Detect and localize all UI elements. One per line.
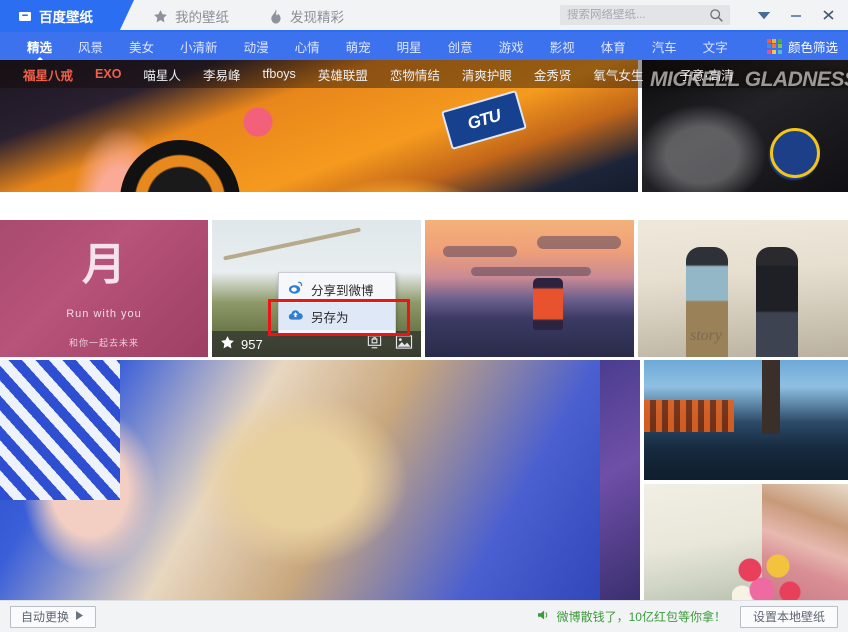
search-box[interactable] [560,5,730,25]
tag-exo[interactable]: EXO [84,67,132,81]
cloud-shape [537,236,621,249]
search-input[interactable] [560,9,700,21]
nav-item-beauty[interactable]: 美女 [116,37,167,56]
nav-item-creative[interactable]: 创意 [435,37,486,56]
lantern [533,278,563,330]
nav-item-scenery[interactable]: 风景 [65,37,116,56]
flower-bouquet [732,552,804,600]
tag-jinxiuxian[interactable]: 金秀贤 [523,65,583,84]
nav-item-mood[interactable]: 心情 [282,37,333,56]
nav-item-featured[interactable]: 精选 [14,37,65,56]
tag-lianwuqingjie[interactable]: 恋物情结 [379,65,451,84]
clock-tower [762,360,780,435]
context-menu-item-share-weibo[interactable]: 分享到微博 [279,276,395,303]
weibo-icon [288,281,303,298]
color-filter-label: 颜色筛选 [787,40,838,55]
wallpaper-tile-sunset-lantern[interactable] [425,220,634,357]
titlebar-spacer [366,0,560,30]
nav-item-stars[interactable]: 明星 [384,37,435,56]
context-menu-item-save-as[interactable]: 另存为 [279,303,395,330]
promo-message[interactable]: 微博散钱了，10亿红包等你拿！ [537,608,726,625]
context-menu-label: 另存为 [311,311,349,325]
tab-label: 发现精彩 [290,10,344,25]
footer-bar: 自动更换 微博散钱了，10亿红包等你拿！ 设置本地壁纸 [0,600,848,632]
team-logo [770,128,820,178]
star-icon [153,9,168,24]
speaker-icon [537,609,551,624]
tag-tfboys[interactable]: tfboys [251,67,306,81]
wallpaper-tile-night-harbor[interactable] [644,360,848,480]
promo-text: 微博散钱了，10亿红包等你拿！ [556,610,726,624]
window-controls [748,1,844,29]
cloud-shape [443,246,517,257]
tile-actions [366,334,413,355]
favorite-group[interactable]: 957 [220,335,263,353]
auto-change-button[interactable]: 自动更换 [10,605,97,628]
tag-ziyi-hd[interactable]: 子意·高清 [668,65,744,84]
tile-hover-overlay: 957 [212,331,421,357]
wallpaper-tile-purple-strip[interactable] [600,360,640,600]
wallpaper-tile-girl-flowers[interactable] [644,484,848,600]
titlebar: 百度壁纸 我的壁纸 发现精彩 [0,0,848,32]
nav-item-pets[interactable]: 萌宠 [333,37,384,56]
nav-item-fresh[interactable]: 小清新 [167,37,231,56]
nav-item-games[interactable]: 游戏 [486,37,537,56]
minimize-button[interactable] [780,1,812,29]
hot-tag-bar: 福星八戒 EXO 喵星人 李易峰 tfboys 英雄联盟 恋物情结 清爽护眼 金… [0,60,848,88]
picture-icon[interactable] [395,334,413,355]
pink-line-2: 和你一起去未来 [68,338,139,348]
men-caption: story [690,327,722,344]
context-menu-label: 分享到微博 [311,284,374,298]
tab-baidu-wallpaper[interactable]: 百度壁纸 [0,0,134,32]
tag-yangqinvsheng[interactable]: 氧气女生 [582,65,654,84]
baidu-box-icon [18,9,32,23]
baidu-wallpaper-app: 百度壁纸 我的壁纸 发现精彩 搜索网络壁纸... 精选 风景 美女 小清新 动漫… [0,0,848,632]
nav-item-anime[interactable]: 动漫 [231,37,282,56]
category-nav: 精选 风景 美女 小清新 动漫 心情 萌宠 明星 创意 游戏 影视 体育 汽车 … [0,32,848,60]
play-icon [75,610,85,624]
figure-right [756,247,798,357]
tab-my-wallpaper[interactable]: 我的壁纸 [135,0,251,32]
tag-liyifeng[interactable]: 李易峰 [192,65,252,84]
grass-branch [223,227,361,261]
tag-qingshuanghuyan[interactable]: 清爽护眼 [451,65,523,84]
tab-label: 我的壁纸 [175,10,229,25]
wallpaper-tile-two-men[interactable]: story [638,220,848,357]
car-wheel [120,140,240,192]
set-local-wallpaper-button[interactable]: 设置本地壁纸 [739,605,838,628]
flame-icon [269,8,283,24]
pink-line-1: Run with you [66,308,142,320]
tab-label: 百度壁纸 [39,10,93,25]
tab-discover[interactable]: 发现精彩 [251,0,366,32]
search-icon[interactable] [709,8,724,28]
harbor-lights [644,400,734,432]
nav-item-sports[interactable]: 体育 [588,37,639,56]
tag-miaoxingren[interactable]: 喵星人 [132,65,192,84]
color-grid-icon [766,38,782,54]
auto-change-label: 自动更换 [21,610,70,624]
tag-fuxingbajie[interactable]: 福星八戒 [12,65,84,84]
nav-item-movies[interactable]: 影视 [537,37,588,56]
favorite-count: 957 [241,336,263,352]
wallpaper-grid: GTU MICKELL GLADNESS 月 Run with you 和你一起… [0,60,848,600]
set-local-wallpaper-label: 设置本地壁纸 [752,610,825,624]
context-menu: 分享到微博 另存为 [278,272,396,334]
cloud-shape [471,267,591,276]
nav-item-text[interactable]: 文字 [690,37,741,56]
tag-lol[interactable]: 英雄联盟 [307,65,379,84]
monitor-lock-icon[interactable] [366,334,383,355]
close-button[interactable] [812,1,844,29]
menu-button[interactable] [748,1,780,29]
striped-shirt [0,360,120,500]
wallpaper-tile-boy-headset[interactable] [0,360,610,600]
save-cloud-icon [288,308,303,325]
pink-mark: 月 [82,239,126,290]
license-plate: GTU [440,90,528,150]
wallpaper-tile-pink-text[interactable]: 月 Run with you 和你一起去未来 [0,220,208,357]
nav-item-cars[interactable]: 汽车 [639,37,690,56]
star-icon [220,335,235,353]
color-filter-button[interactable]: 颜色筛选 [766,37,848,56]
